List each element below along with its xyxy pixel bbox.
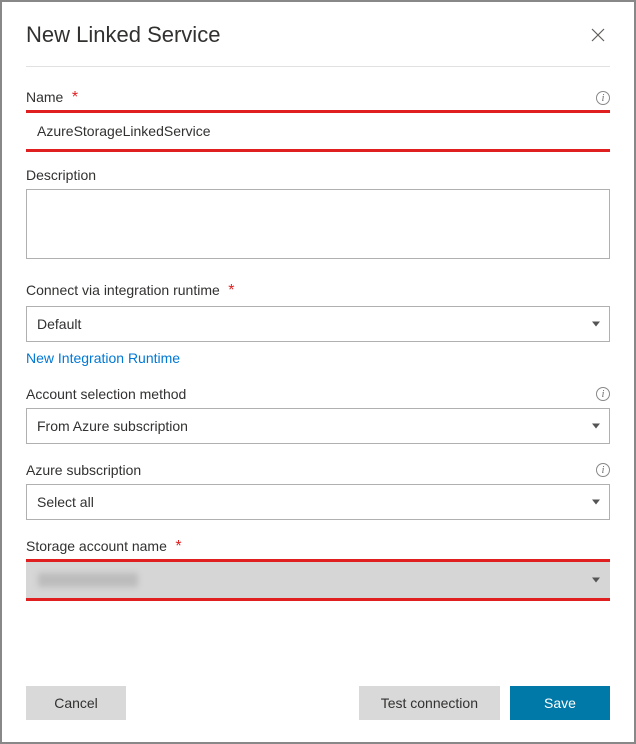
account-method-select[interactable]: From Azure subscription: [26, 408, 610, 444]
subscription-field: Azure subscription i Select all: [26, 462, 610, 520]
subscription-label: Azure subscription: [26, 462, 141, 478]
required-marker: *: [228, 282, 234, 299]
account-method-select-wrap: From Azure subscription: [26, 408, 610, 444]
runtime-select-wrap: Default: [26, 306, 610, 342]
footer-right: Test connection Save: [359, 686, 610, 720]
required-marker: *: [72, 89, 78, 106]
description-label-row: Description: [26, 167, 610, 183]
panel-title: New Linked Service: [26, 22, 220, 48]
subscription-select-wrap: Select all: [26, 484, 610, 520]
account-method-label: Account selection method: [26, 386, 186, 402]
new-runtime-link[interactable]: New Integration Runtime: [26, 350, 180, 366]
info-icon[interactable]: i: [596, 91, 610, 105]
name-highlight: [26, 113, 610, 149]
close-button[interactable]: [586, 23, 610, 47]
runtime-field: Connect via integration runtime * Defaul…: [26, 282, 610, 368]
name-label: Name: [26, 89, 63, 105]
cancel-button[interactable]: Cancel: [26, 686, 126, 720]
description-input[interactable]: [26, 189, 610, 259]
storage-account-label: Storage account name: [26, 538, 167, 554]
save-button[interactable]: Save: [510, 686, 610, 720]
test-connection-button[interactable]: Test connection: [359, 686, 500, 720]
info-icon[interactable]: i: [596, 463, 610, 477]
panel-footer: Cancel Test connection Save: [26, 670, 610, 742]
panel-header: New Linked Service: [26, 22, 610, 67]
name-field: Name * i: [26, 89, 610, 149]
subscription-select[interactable]: Select all: [26, 484, 610, 520]
new-linked-service-panel: New Linked Service Name * i Description: [2, 2, 634, 742]
info-icon[interactable]: i: [596, 387, 610, 401]
required-marker: *: [175, 538, 181, 555]
account-method-label-row: Account selection method i: [26, 386, 610, 402]
close-icon: [591, 28, 605, 42]
runtime-select[interactable]: Default: [26, 306, 610, 342]
storage-account-field: Storage account name *: [26, 538, 610, 598]
subscription-label-row: Azure subscription i: [26, 462, 610, 478]
account-method-field: Account selection method i From Azure su…: [26, 386, 610, 444]
redacted-value: [38, 573, 138, 587]
description-label: Description: [26, 167, 96, 183]
form-body: Name * i Description Connect via integra…: [26, 89, 610, 670]
runtime-label: Connect via integration runtime: [26, 282, 220, 298]
storage-account-highlight: [26, 562, 610, 598]
description-field: Description: [26, 167, 610, 264]
storage-account-label-row: Storage account name *: [26, 538, 610, 556]
name-input[interactable]: [26, 113, 610, 149]
name-label-row: Name * i: [26, 89, 610, 107]
runtime-label-row: Connect via integration runtime *: [26, 282, 610, 300]
